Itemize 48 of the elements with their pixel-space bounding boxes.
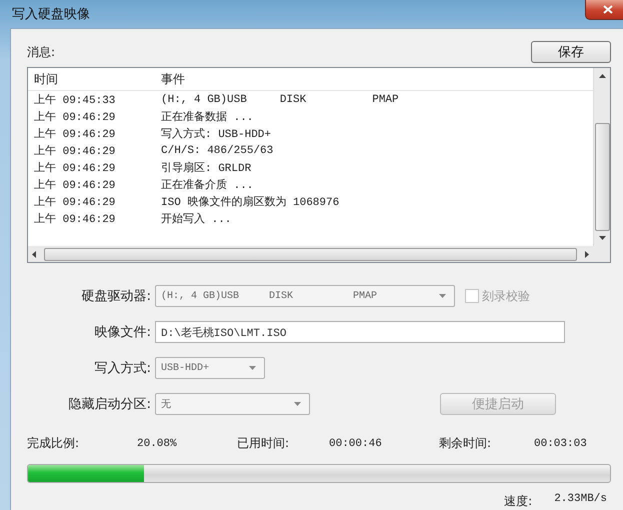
time-cell-text: 上午 09:46:29 bbox=[33, 110, 116, 124]
stat-value: 00:03:03 bbox=[534, 438, 588, 450]
event-cell-text: ISO 映像文件的扇区数为 1068976 bbox=[160, 194, 340, 209]
field-label: 隐藏启动分区: bbox=[68, 396, 151, 413]
scroll-thumb[interactable] bbox=[44, 248, 577, 260]
close-button[interactable] bbox=[585, 0, 623, 20]
image-file-field[interactable]: D:\老毛桃ISO\LMT.ISO bbox=[155, 321, 565, 343]
event-cell-text: 引导扇区: GRLDR bbox=[160, 160, 252, 175]
stat-label: 已用时间: bbox=[237, 435, 290, 452]
stat-label: 完成比例: bbox=[27, 435, 80, 452]
time-cell-text: 上午 09:46:29 bbox=[33, 195, 116, 209]
speed-value: 2.33MB/s bbox=[554, 493, 607, 507]
dropdown-arrow-icon bbox=[249, 366, 256, 370]
window-title: 写入硬盘映像 bbox=[12, 6, 90, 23]
event-cell-text: 正在准备数据 ... bbox=[160, 110, 254, 124]
column-header[interactable]: 时间 bbox=[28, 70, 155, 88]
save-button[interactable]: 保存 bbox=[531, 41, 611, 63]
field-label: 硬盘驱动器: bbox=[80, 288, 151, 305]
time-cell-text: 上午 09:46:29 bbox=[33, 127, 116, 141]
time-cell-text: 上午 09:46:29 bbox=[33, 144, 116, 158]
vertical-scrollbar[interactable] bbox=[593, 68, 610, 246]
dropdown-arrow-icon bbox=[439, 294, 446, 298]
field-label: 映像文件: bbox=[94, 324, 151, 341]
dropdown-arrow-icon bbox=[294, 402, 301, 406]
column-header[interactable]: 事件 bbox=[155, 70, 593, 88]
close-icon bbox=[603, 5, 613, 14]
scroll-thumb[interactable] bbox=[594, 123, 610, 231]
event-cell-text: 写入方式: USB-HDD+ bbox=[160, 126, 272, 141]
time-cell-text: 上午 09:46:29 bbox=[33, 161, 116, 175]
scroll-left-icon bbox=[32, 250, 36, 258]
speed-label: 速度: bbox=[504, 493, 532, 510]
stat-label: 剩余时间: bbox=[439, 435, 492, 452]
event-cell-text: (H:, 4 GB)USB DISK PMAP bbox=[160, 94, 400, 106]
time-cell-text: 上午 09:46:29 bbox=[33, 178, 116, 192]
messages-label: 消息: bbox=[27, 44, 56, 60]
stat-value: 00:00:46 bbox=[329, 438, 383, 450]
checkbox-label: 刻录校验 bbox=[482, 288, 530, 304]
time-cell-text: 上午 09:46:29 bbox=[33, 212, 116, 226]
scroll-right-icon bbox=[585, 250, 589, 258]
scroll-up-icon bbox=[598, 74, 606, 78]
time-cell-text: 上午 09:45:33 bbox=[33, 93, 116, 107]
horizontal-scrollbar[interactable] bbox=[28, 246, 593, 262]
event-cell-text: C/H/S: 486/255/63 bbox=[160, 144, 274, 156]
event-cell-text: 正在准备介质 ... bbox=[160, 178, 254, 192]
field-label: 写入方式: bbox=[94, 360, 151, 377]
event-cell-text: 开始写入 ... bbox=[160, 212, 232, 226]
scroll-down-icon bbox=[598, 236, 606, 240]
stat-value: 20.08% bbox=[137, 438, 178, 450]
